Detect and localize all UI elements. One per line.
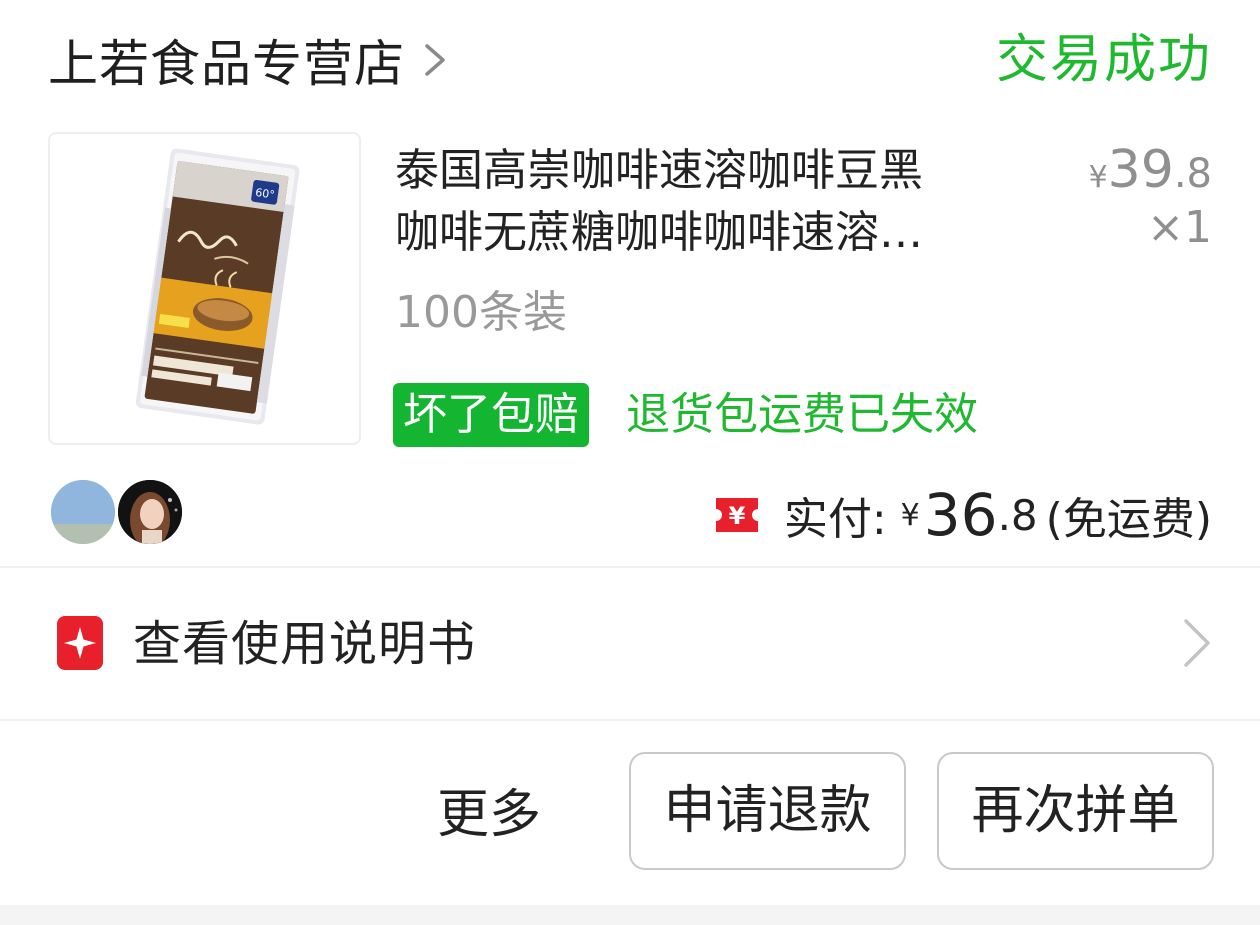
- paid-decimal: .8: [997, 490, 1038, 540]
- chevron-right-icon: [1184, 619, 1210, 667]
- svg-text:¥: ¥: [728, 502, 745, 530]
- price-integer: 39: [1107, 140, 1174, 200]
- store-link[interactable]: 上若食品专营店: [48, 28, 451, 93]
- red-sparkle-book-icon: [57, 616, 103, 670]
- avatar[interactable]: [49, 478, 117, 546]
- order-status: 交易成功: [995, 30, 1212, 90]
- svg-text:60°: 60°: [254, 186, 275, 202]
- portrait-avatar-image: [118, 480, 182, 544]
- view-manual-label: 查看使用说明书: [133, 616, 477, 672]
- coffee-package-illustration: 60°: [135, 148, 300, 425]
- price-decimal: .8: [1173, 151, 1212, 197]
- product-title-line-2: 咖啡无蔗糖咖啡咖啡速溶…: [395, 207, 923, 258]
- paid-amount: ¥ 实付: ¥ 36 .8 (免运费): [712, 480, 1212, 550]
- unit-price: ¥39.8 ×1: [1089, 142, 1212, 254]
- divider: [0, 719, 1260, 721]
- request-refund-button[interactable]: 申请退款: [629, 752, 906, 870]
- paid-integer: 36: [923, 481, 998, 549]
- reorder-button[interactable]: 再次拼单: [937, 752, 1214, 870]
- price-currency: ¥: [1088, 160, 1108, 195]
- avatar[interactable]: [116, 478, 184, 546]
- chevron-right-icon: [425, 44, 445, 76]
- divider: [0, 566, 1260, 568]
- product-image[interactable]: 60°: [48, 132, 361, 445]
- product-variant: 100条装: [395, 287, 567, 338]
- shipping-note: (免运费): [1045, 494, 1212, 545]
- guarantee-badge: 坏了包赔: [393, 383, 589, 447]
- paid-label: 实付:: [783, 494, 887, 545]
- product-title[interactable]: 泰国高崇咖啡速溶咖啡豆黑 咖啡无蔗糖咖啡咖啡速溶…: [395, 140, 1055, 264]
- paid-currency: ¥: [900, 497, 920, 533]
- quantity: ×1: [1147, 202, 1212, 253]
- red-yen-ticket-icon: ¥: [715, 498, 758, 532]
- store-name: 上若食品专营店: [48, 35, 405, 93]
- product-title-line-1: 泰国高崇咖啡速溶咖啡豆黑: [395, 145, 923, 196]
- sky-avatar-image: [51, 480, 115, 544]
- footer-strip: [0, 905, 1260, 925]
- more-button[interactable]: 更多: [437, 780, 541, 850]
- return-shipping-note: 退货包运费已失效: [626, 389, 978, 440]
